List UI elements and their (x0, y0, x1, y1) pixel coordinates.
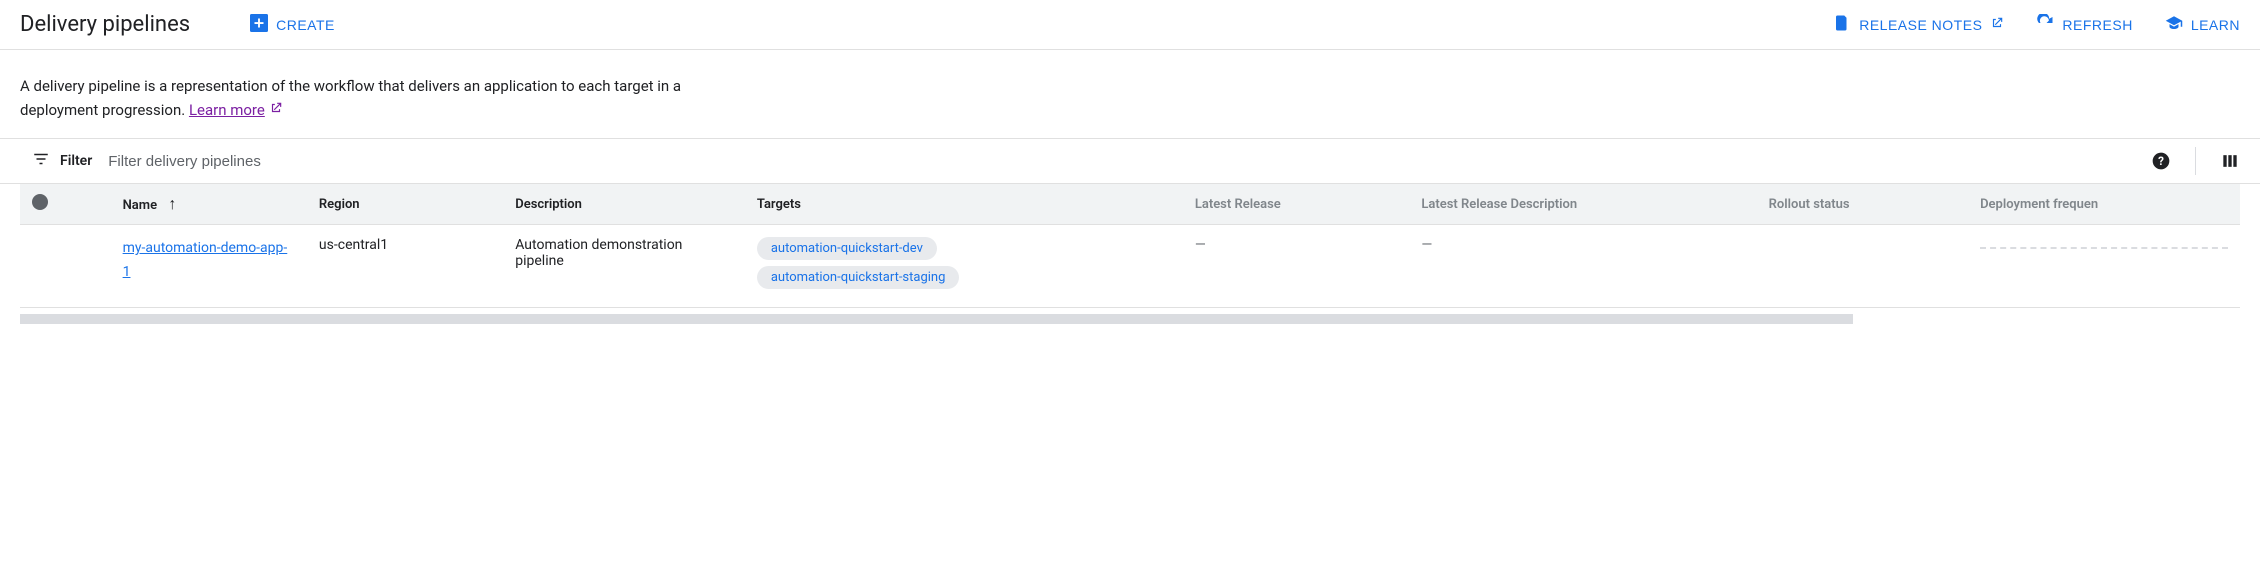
create-label: Create (276, 17, 335, 33)
page-header: Delivery pipelines Create Release Notes … (0, 0, 2260, 50)
cell-description: Automation demonstration pipeline (503, 225, 745, 308)
header-actions: Release Notes Refresh Learn (1833, 14, 2240, 35)
create-button[interactable]: Create (250, 14, 335, 35)
help-icon[interactable]: ? (2151, 151, 2171, 171)
divider (2195, 147, 2196, 175)
learn-more-link[interactable]: Learn more (189, 98, 283, 122)
page-title: Delivery pipelines (20, 12, 190, 37)
col-latest-release[interactable]: Latest Release (1183, 184, 1410, 225)
target-chip[interactable]: automation-quickstart-dev (757, 237, 937, 260)
filter-bar: Filter ? (0, 138, 2260, 184)
col-name[interactable]: Name ↑ (111, 184, 307, 225)
target-chip[interactable]: automation-quickstart-staging (757, 266, 960, 289)
col-targets[interactable]: Targets (745, 184, 1183, 225)
cell-deployment-freq (1968, 225, 2240, 308)
table-wrap: Name ↑ Region Description Targets Latest… (0, 184, 2260, 308)
columns-icon[interactable] (2220, 151, 2240, 171)
notes-icon (1833, 14, 1851, 35)
description-block: A delivery pipeline is a representation … (0, 50, 760, 138)
refresh-label: Refresh (2062, 17, 2132, 33)
table-row: my-automation-demo-app-1 us-central1 Aut… (20, 225, 2240, 308)
sort-arrow-up-icon: ↑ (168, 194, 176, 214)
status-dot-icon (32, 194, 48, 210)
pipelines-table: Name ↑ Region Description Targets Latest… (20, 184, 2240, 308)
cell-name: my-automation-demo-app-1 (111, 225, 307, 308)
cell-targets: automation-quickstart-dev automation-qui… (745, 225, 1183, 308)
horizontal-scrollbar[interactable] (20, 314, 1853, 324)
col-status[interactable] (20, 184, 111, 225)
filter-label: Filter (32, 150, 92, 172)
col-deployment-freq[interactable]: Deployment frequen (1968, 184, 2240, 225)
filter-text: Filter (60, 153, 92, 169)
svg-text:?: ? (2158, 154, 2164, 168)
col-latest-release-desc[interactable]: Latest Release Description (1409, 184, 1756, 225)
refresh-button[interactable]: Refresh (2036, 14, 2132, 35)
external-link-icon (269, 98, 283, 122)
learn-icon (2165, 14, 2183, 35)
plus-icon (250, 14, 268, 35)
learn-label: Learn (2191, 17, 2240, 33)
release-notes-label: Release Notes (1859, 17, 1982, 33)
refresh-icon (2036, 14, 2054, 35)
cell-rollout-status (1757, 225, 1968, 308)
cell-latest-release-desc: — (1409, 225, 1756, 308)
filter-right: ? (2151, 147, 2240, 175)
filter-input[interactable] (108, 153, 2135, 170)
cell-region: us-central1 (307, 225, 503, 308)
pipeline-name-link[interactable]: my-automation-demo-app-1 (123, 240, 288, 280)
learn-button[interactable]: Learn (2165, 14, 2240, 35)
col-region[interactable]: Region (307, 184, 503, 225)
col-name-label: Name (123, 198, 157, 213)
col-description[interactable]: Description (503, 184, 745, 225)
release-notes-button[interactable]: Release Notes (1833, 14, 2004, 35)
learn-more-label: Learn more (189, 98, 265, 122)
empty-freq-indicator (1980, 247, 2228, 249)
cell-status (20, 225, 111, 308)
cell-latest-release: — (1183, 225, 1410, 308)
table-header-row: Name ↑ Region Description Targets Latest… (20, 184, 2240, 225)
col-rollout-status[interactable]: Rollout status (1757, 184, 1968, 225)
external-link-icon (1990, 16, 2004, 33)
filter-icon (32, 150, 50, 172)
description-text: A delivery pipeline is a representation … (20, 77, 681, 119)
